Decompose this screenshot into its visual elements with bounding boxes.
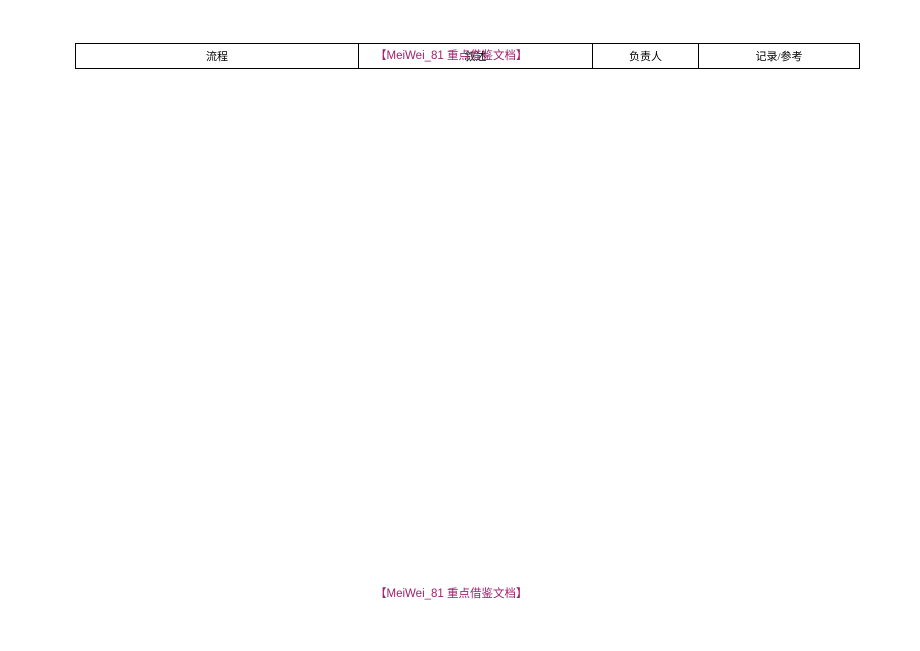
table-container: 流程 叙述 负责人 记录/参考 xyxy=(75,43,859,69)
watermark-bracket-open: 【 xyxy=(375,588,387,600)
col-header-record: 记录/参考 xyxy=(699,44,860,69)
table-header-row: 流程 叙述 负责人 记录/参考 xyxy=(76,44,860,69)
col-header-owner: 负责人 xyxy=(593,44,699,69)
header-table: 流程 叙述 负责人 记录/参考 xyxy=(75,43,860,69)
watermark-bracket-close: 】 xyxy=(516,588,528,600)
watermark-cn: 重点借鉴文档 xyxy=(447,588,516,600)
watermark-footer: 【MeiWei_81 重点借鉴文档】 xyxy=(375,585,528,601)
col-header-flow: 流程 xyxy=(76,44,359,69)
watermark-latin: MeiWei_81 xyxy=(387,588,448,600)
col-header-desc: 叙述 xyxy=(359,44,593,69)
